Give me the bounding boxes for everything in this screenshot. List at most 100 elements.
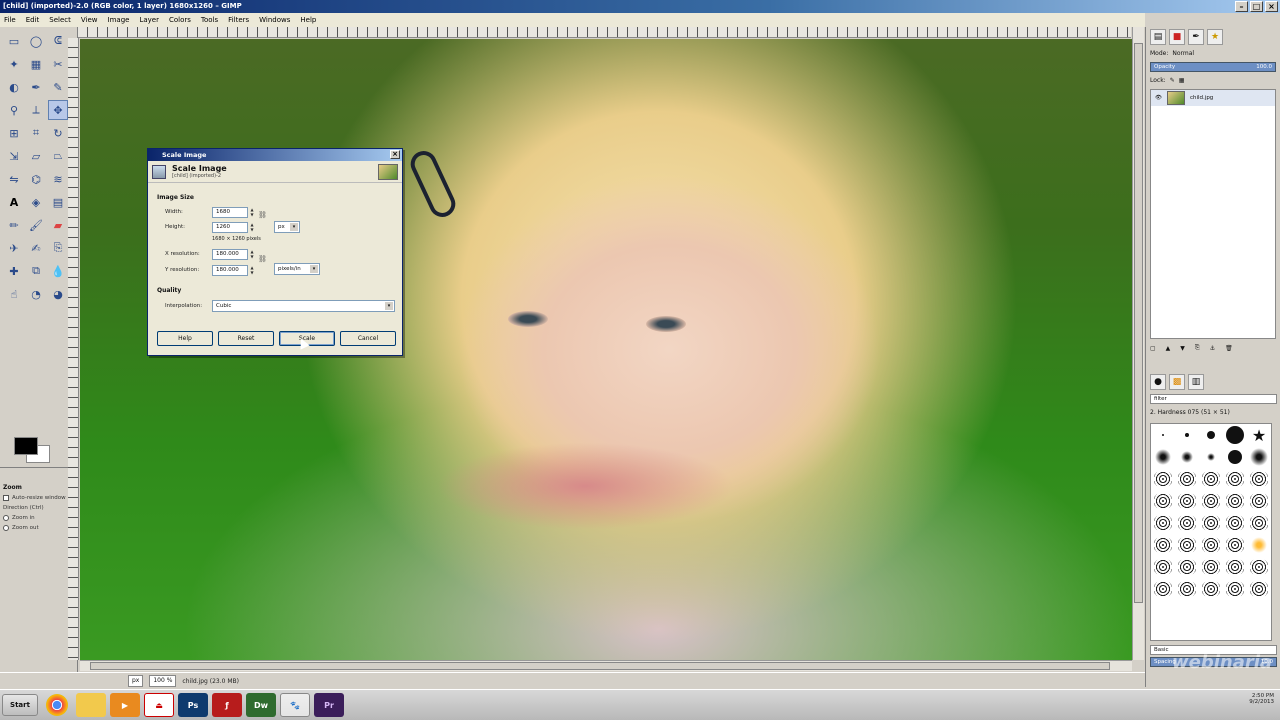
burn-icon[interactable]: ◕ <box>48 284 68 304</box>
menu-file[interactable]: File <box>4 16 16 24</box>
heal-icon[interactable]: ✚ <box>4 261 24 281</box>
brush-item[interactable] <box>1154 537 1172 553</box>
brush-item[interactable] <box>1250 493 1268 509</box>
premiere-icon[interactable]: Pr <box>314 693 344 717</box>
lock-pixels-icon[interactable]: ✎ <box>1170 77 1175 84</box>
help-button[interactable]: Help <box>157 331 213 346</box>
brush-item[interactable] <box>1162 434 1164 436</box>
horizontal-scrollbar[interactable] <box>80 660 1132 671</box>
unit-select[interactable]: px <box>128 675 144 687</box>
flash-icon[interactable]: ƒ <box>212 693 242 717</box>
brush-item[interactable] <box>1154 515 1172 531</box>
photoshop-icon[interactable]: Ps <box>178 693 208 717</box>
align-icon[interactable]: ⊞ <box>4 123 24 143</box>
brush-item[interactable] <box>1178 493 1196 509</box>
vertical-scrollbar[interactable] <box>1132 27 1144 660</box>
airbrush-icon[interactable]: ✈ <box>4 238 24 258</box>
brush-item[interactable] <box>1202 471 1220 487</box>
scale-icon[interactable]: ⇲ <box>4 146 24 166</box>
mode-select[interactable]: Normal <box>1172 50 1194 57</box>
clone-icon[interactable]: ⎘ <box>48 238 68 258</box>
blend-icon[interactable]: ▤ <box>48 192 68 212</box>
foreground-select-icon[interactable]: ◐ <box>4 77 24 97</box>
height-input[interactable]: 1260 <box>212 222 248 233</box>
interpolation-select[interactable]: Cubic ▾ <box>212 300 395 312</box>
layer-name[interactable]: child.jpg <box>1190 95 1213 101</box>
width-input[interactable]: 1680 <box>212 207 248 218</box>
undo-tab-icon[interactable]: ★ <box>1207 29 1223 45</box>
gradients-tab-icon[interactable]: ▥ <box>1188 374 1204 390</box>
brush-item[interactable] <box>1154 581 1172 597</box>
system-tray[interactable]: 2:50 PM 9/2/2013 <box>1249 693 1274 705</box>
brush-item[interactable] <box>1250 581 1268 597</box>
brush-item[interactable] <box>1154 559 1172 575</box>
dreamweaver-icon[interactable]: Dw <box>246 693 276 717</box>
warp-icon[interactable]: ≋ <box>48 169 68 189</box>
brush-item[interactable] <box>1154 471 1172 487</box>
paths-tab-icon[interactable]: ✒ <box>1188 29 1204 45</box>
ink-icon[interactable]: ✍ <box>26 238 46 258</box>
visibility-eye-icon[interactable]: 👁 <box>1155 95 1162 101</box>
brush-item[interactable] <box>1185 433 1189 437</box>
cage-icon[interactable]: ⌬ <box>26 169 46 189</box>
minimize-button[interactable]: – <box>1235 1 1248 12</box>
paths-icon[interactable]: ✒ <box>26 77 46 97</box>
anchor-layer-icon[interactable]: ⚓ <box>1210 345 1215 352</box>
dodge-icon[interactable]: ◔ <box>26 284 46 304</box>
pencil-icon[interactable]: ✏ <box>4 215 24 235</box>
menu-windows[interactable]: Windows <box>259 16 290 24</box>
raise-layer-icon[interactable]: ▲ <box>1166 345 1171 352</box>
rect-select-icon[interactable]: ▭ <box>4 31 24 51</box>
perspective-icon[interactable]: ⏢ <box>48 146 68 166</box>
perspective-clone-icon[interactable]: ⧉ <box>26 261 46 281</box>
chain-link-icon[interactable]: ⛓ <box>258 255 267 263</box>
media-icon[interactable]: ▶ <box>110 693 140 717</box>
auto-resize-option[interactable]: Auto-resize window <box>3 495 75 501</box>
brush-item[interactable] <box>1250 515 1268 531</box>
shear-icon[interactable]: ▱ <box>26 146 46 166</box>
brush-item[interactable] <box>1178 471 1196 487</box>
paintbrush-icon[interactable]: 🖌 <box>26 215 46 235</box>
text-icon[interactable]: A <box>4 192 24 212</box>
reset-button[interactable]: Reset <box>218 331 274 346</box>
zoom-in-radio[interactable] <box>3 515 9 521</box>
lock-alpha-icon[interactable]: ▦ <box>1179 77 1185 84</box>
menu-layer[interactable]: Layer <box>139 16 159 24</box>
brushes-tab-icon[interactable]: ● <box>1150 374 1166 390</box>
zoom-out-radio[interactable] <box>3 525 9 531</box>
brush-item[interactable] <box>1202 537 1220 553</box>
brush-item[interactable] <box>1226 537 1244 553</box>
zoom-in-option[interactable]: Zoom in <box>3 515 75 521</box>
crop-icon[interactable]: ⌗ <box>26 123 46 143</box>
vertical-scroll-thumb[interactable] <box>1134 43 1143 603</box>
brush-item[interactable] <box>1202 581 1220 597</box>
color-picker-icon[interactable]: ✎ <box>48 77 68 97</box>
patterns-tab-icon[interactable]: ▩ <box>1169 374 1185 390</box>
brush-item[interactable] <box>1250 471 1268 487</box>
brush-item[interactable] <box>1202 493 1220 509</box>
duplicate-layer-icon[interactable]: ⎘ <box>1195 344 1200 352</box>
explorer-icon[interactable] <box>76 693 106 717</box>
brush-item[interactable] <box>1226 471 1244 487</box>
x-resolution-spinner[interactable]: ▲ ▼ <box>249 249 255 260</box>
layers-tab-icon[interactable]: ▤ <box>1150 29 1166 45</box>
auto-resize-checkbox[interactable] <box>3 495 9 501</box>
brush-item[interactable] <box>1207 453 1215 461</box>
brush-item[interactable] <box>1181 451 1193 463</box>
delete-layer-icon[interactable]: 🗑 <box>1225 345 1233 352</box>
opacity-slider[interactable]: Opacity 100.0 <box>1150 62 1276 72</box>
brush-item[interactable] <box>1251 537 1267 553</box>
blur-icon[interactable]: 💧 <box>48 261 68 281</box>
smudge-icon[interactable]: ☝ <box>4 284 24 304</box>
brush-item[interactable] <box>1178 559 1196 575</box>
move-icon[interactable]: ✥ <box>48 100 68 120</box>
flip-icon[interactable]: ⇋ <box>4 169 24 189</box>
select-by-color-icon[interactable]: ▦ <box>26 54 46 74</box>
layer-row[interactable]: 👁 child.jpg <box>1151 90 1275 106</box>
start-button[interactable]: Start <box>2 694 38 716</box>
brush-item[interactable] <box>1178 537 1196 553</box>
maximize-button[interactable]: □ <box>1250 1 1263 12</box>
resolution-unit-select[interactable]: pixels/in ▾ <box>274 263 320 275</box>
pdf-icon[interactable]: ⏏ <box>144 693 174 717</box>
dialog-close-button[interactable]: × <box>390 150 400 159</box>
